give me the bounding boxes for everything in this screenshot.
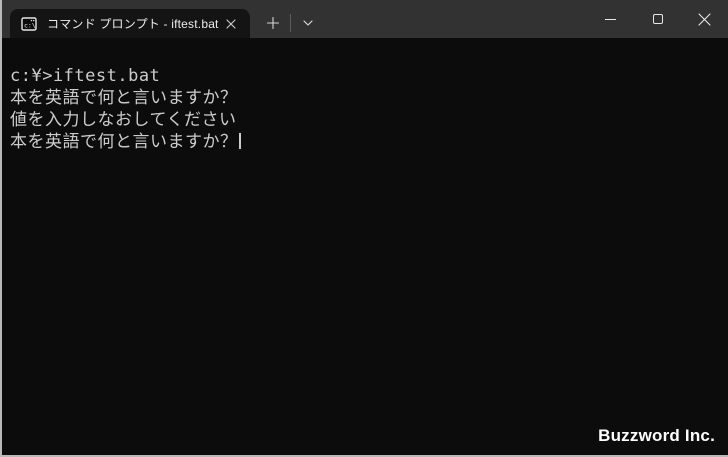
text-cursor bbox=[238, 133, 241, 149]
tab-dropdown-button[interactable] bbox=[291, 10, 325, 36]
terminal-screen[interactable]: c:¥>iftest.bat 本を英語で何と言いますか？ 値を入力しなおしてくだ… bbox=[2, 38, 728, 455]
minimize-button[interactable] bbox=[587, 0, 634, 38]
terminal-line-3: 値を入力しなおしてください bbox=[10, 110, 237, 130]
minimize-icon bbox=[605, 18, 616, 20]
watermark: Buzzword Inc. bbox=[598, 426, 715, 445]
terminal-window: c:\ コマンド プロンプト - iftest.bat c:¥>iftest.b… bbox=[0, 0, 728, 457]
titlebar-drag-area[interactable] bbox=[325, 0, 587, 38]
terminal-line-4: 本を英語で何と言いますか？ bbox=[10, 131, 728, 153]
new-tab-button[interactable] bbox=[256, 10, 290, 36]
cmd-prompt-icon: c:\ bbox=[21, 16, 37, 32]
close-button[interactable] bbox=[681, 0, 728, 38]
terminal-line-1: c:¥>iftest.bat bbox=[10, 66, 161, 86]
terminal-line-4-text: 本を英語で何と言いますか？ bbox=[10, 132, 238, 152]
tab-command-prompt[interactable]: c:\ コマンド プロンプト - iftest.bat bbox=[10, 9, 250, 38]
chevron-down-icon bbox=[303, 20, 313, 26]
close-icon bbox=[698, 12, 711, 26]
titlebar[interactable]: c:\ コマンド プロンプト - iftest.bat bbox=[2, 0, 728, 38]
tab-title: コマンド プロンプト - iftest.bat bbox=[47, 17, 219, 31]
plus-icon bbox=[267, 17, 279, 29]
terminal-line-2: 本を英語で何と言いますか？ bbox=[10, 88, 238, 108]
tab-close-icon[interactable] bbox=[220, 13, 242, 35]
maximize-icon bbox=[652, 14, 663, 24]
maximize-button[interactable] bbox=[634, 0, 681, 38]
svg-text:c:\: c:\ bbox=[24, 21, 36, 29]
